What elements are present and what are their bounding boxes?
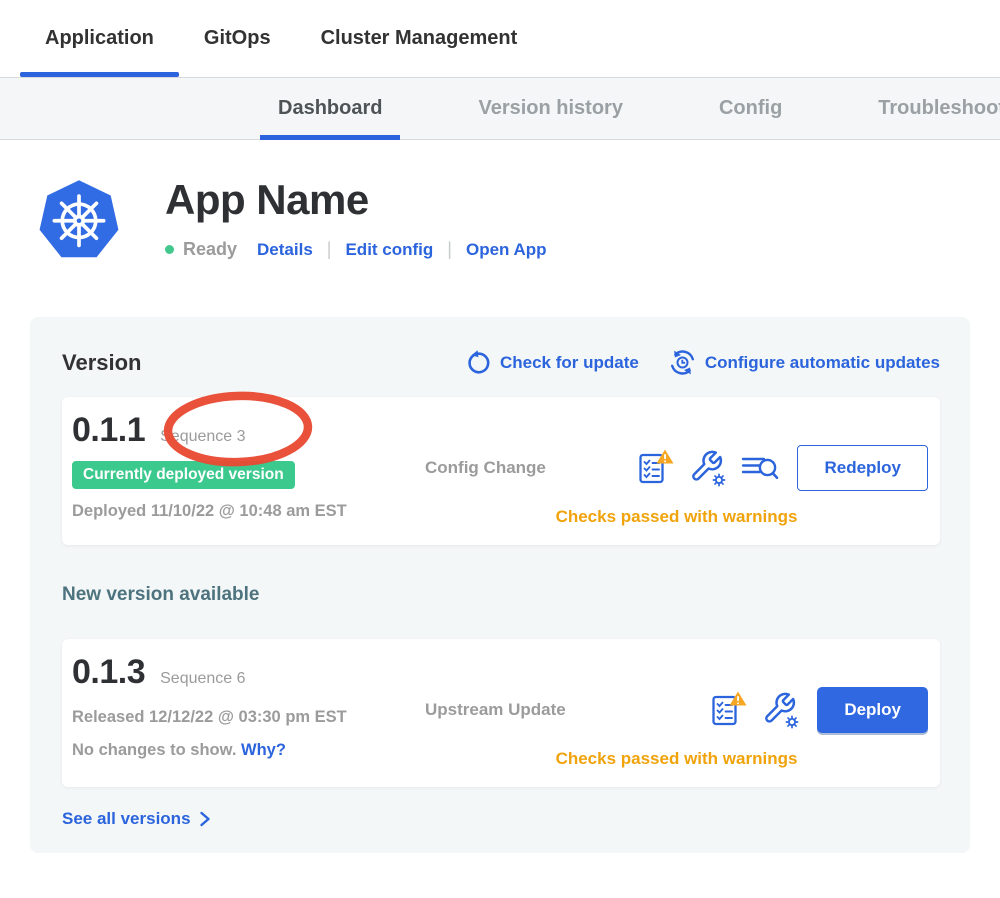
status-text: Ready xyxy=(183,239,237,260)
deploy-button[interactable]: Deploy xyxy=(817,687,928,733)
tab-troubleshoot[interactable]: Troubleshoot xyxy=(860,78,1000,139)
auto-update-clock-icon xyxy=(669,349,696,376)
no-changes-text: No changes to show. xyxy=(72,741,236,759)
deployed-sequence-label: Sequence 3 xyxy=(160,428,245,446)
deployed-version-card: 0.1.1 Sequence 3 Currently deployed vers… xyxy=(62,397,940,545)
tab-application[interactable]: Application xyxy=(20,0,179,77)
configure-automatic-updates-link[interactable]: Configure automatic updates xyxy=(669,349,940,376)
new-version-heading: New version available xyxy=(62,584,940,606)
edit-config-link[interactable]: Edit config xyxy=(345,240,433,260)
tab-config[interactable]: Config xyxy=(701,78,800,139)
check-for-update-link[interactable]: Check for update xyxy=(465,350,639,376)
available-sequence-label: Sequence 6 xyxy=(160,670,245,688)
edit-config-wrench-icon[interactable] xyxy=(760,690,800,730)
preflight-checks-icon[interactable] xyxy=(634,448,674,488)
top-nav: Application GitOps Cluster Management xyxy=(0,0,1000,77)
checks-status-text: Checks passed with warnings xyxy=(425,749,928,769)
available-version-number: 0.1.3 xyxy=(72,653,145,692)
kubernetes-logo-icon xyxy=(35,175,123,263)
deployed-version-number: 0.1.1 xyxy=(72,411,145,450)
tab-version-history[interactable]: Version history xyxy=(460,78,641,139)
tab-dashboard[interactable]: Dashboard xyxy=(260,78,400,139)
open-app-link[interactable]: Open App xyxy=(466,240,547,260)
sub-nav: Dashboard Version history Config Trouble… xyxy=(0,77,1000,140)
version-panel: Version Check for update xyxy=(30,317,970,853)
refresh-icon xyxy=(465,350,491,376)
status-row: Ready Details | Edit config | Open App xyxy=(165,239,547,260)
available-version-card: 0.1.3 Sequence 6 Released 12/12/22 @ 03:… xyxy=(62,639,940,787)
divider: | xyxy=(447,239,452,260)
view-files-diff-icon[interactable] xyxy=(740,451,780,485)
preflight-checks-icon[interactable] xyxy=(707,690,747,730)
change-type-label: Config Change xyxy=(425,458,546,478)
checks-status-text: Checks passed with warnings xyxy=(425,507,928,527)
divider: | xyxy=(327,239,332,260)
tab-gitops[interactable]: GitOps xyxy=(179,0,296,77)
details-link[interactable]: Details xyxy=(257,240,313,260)
edit-config-wrench-icon[interactable] xyxy=(687,448,727,488)
why-link[interactable]: Why? xyxy=(241,741,286,759)
deployed-timestamp: Deployed 11/10/22 @ 10:48 am EST xyxy=(72,502,425,521)
ready-status-dot-icon xyxy=(165,245,174,254)
tab-cluster-management[interactable]: Cluster Management xyxy=(296,0,543,77)
currently-deployed-badge: Currently deployed version xyxy=(72,461,295,489)
see-all-versions-link[interactable]: See all versions xyxy=(62,809,211,829)
chevron-right-icon xyxy=(199,811,211,827)
released-timestamp: Released 12/12/22 @ 03:30 pm EST xyxy=(72,708,425,727)
redeploy-button[interactable]: Redeploy xyxy=(797,445,928,491)
app-header: App Name Ready Details | Edit config | O… xyxy=(35,175,1000,263)
change-type-label: Upstream Update xyxy=(425,700,566,720)
page-title: App Name xyxy=(165,177,547,223)
version-panel-title: Version xyxy=(62,350,141,376)
